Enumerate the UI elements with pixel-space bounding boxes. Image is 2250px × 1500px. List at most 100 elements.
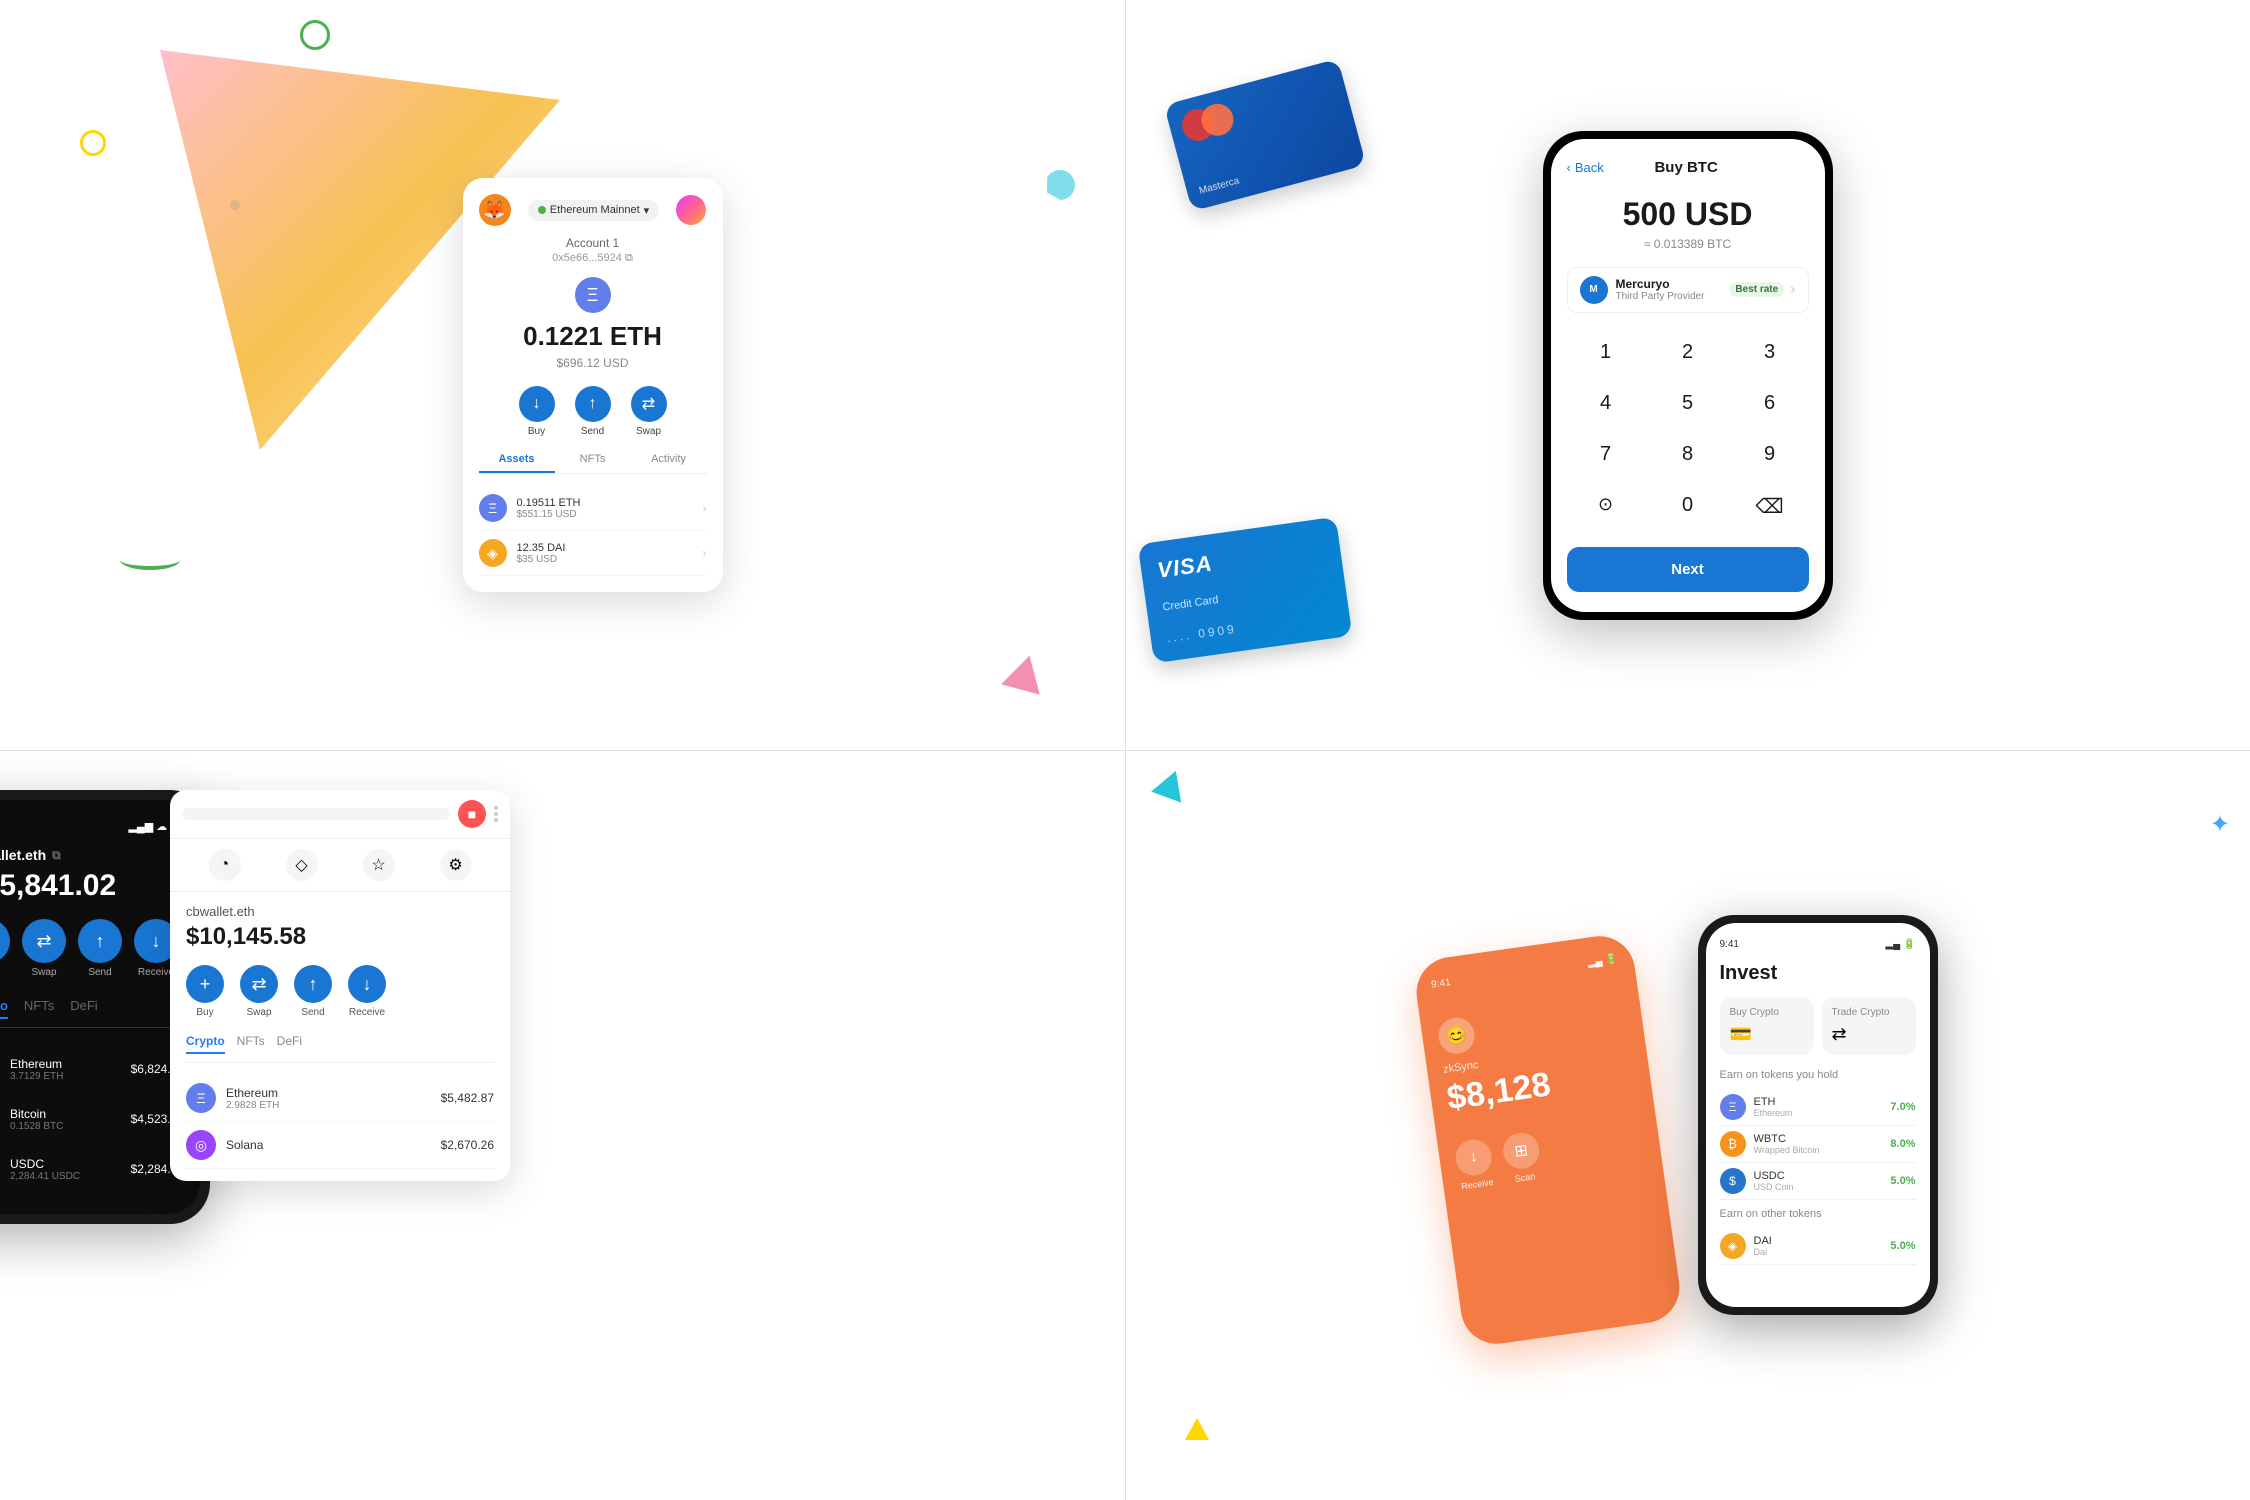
token-row-dai[interactable]: ◈ DAI Dai 5.0% <box>1720 1228 1916 1265</box>
token-dai-info: DAI Dai <box>1754 1235 1891 1257</box>
browser-send-button[interactable]: ↑ Send <box>294 965 332 1018</box>
send-button[interactable]: ↑ Send <box>575 386 611 437</box>
key-6[interactable]: 6 <box>1731 380 1809 427</box>
token-eth-name: ETH <box>1754 1096 1891 1108</box>
key-scan[interactable]: ⊙ <box>1567 482 1645 531</box>
quadrant-coinbase: 3:57 ▂▄▆ ☁ 🔋 cbwallet.eth ⧉ $15,841.02 +… <box>0 750 1125 1500</box>
cb-tab-crypto[interactable]: Crypto <box>0 998 8 1019</box>
b-sol-name: Solana <box>226 1138 441 1152</box>
invest-receive-icon: ↓ <box>1453 1137 1494 1178</box>
browser-nfts-tab[interactable]: NFTs <box>237 1034 265 1054</box>
eth-asset-name: 0.19511 ETH <box>517 497 703 509</box>
token-wbtc-info: WBTC Wrapped Bitcoin <box>1754 1133 1891 1155</box>
browser-actions: + Buy ⇄ Swap ↑ Send ↓ Re <box>186 965 494 1018</box>
chevron-right-icon2: › <box>703 546 707 560</box>
invest-receive-button[interactable]: ↓ Receive <box>1453 1137 1496 1192</box>
visa-card-number: .... 0909 <box>1166 608 1334 645</box>
browser-defi-tab[interactable]: DeFi <box>277 1034 302 1054</box>
browser-buy-button[interactable]: + Buy <box>186 965 224 1018</box>
numpad: 1 2 3 4 5 6 7 8 9 ⊙ 0 ⌫ <box>1567 329 1809 531</box>
invest-back-logo: 😊 <box>1436 1015 1477 1056</box>
invest-back-signal: ▂▄ 🔋 <box>1587 954 1618 969</box>
token-wbtc-icon: ₿ <box>1720 1131 1746 1157</box>
token-row-wbtc[interactable]: ₿ WBTC Wrapped Bitcoin 8.0% <box>1720 1126 1916 1163</box>
chevron-left-icon: ‹ <box>1567 160 1571 175</box>
earn-other-title: Earn on other tokens <box>1720 1208 1916 1220</box>
tab-assets[interactable]: Assets <box>479 453 555 473</box>
key-5[interactable]: 5 <box>1649 380 1727 427</box>
b-sol-usd: $2,670.26 <box>441 1138 494 1152</box>
cb-wallet-name: cbwallet.eth ⧉ <box>0 847 184 863</box>
token-row-eth[interactable]: Ξ ETH Ethereum 7.0% <box>1720 1089 1916 1126</box>
next-button[interactable]: Next <box>1567 547 1809 592</box>
browser-tab-pie[interactable]: ◔ <box>209 849 241 881</box>
swap-button[interactable]: ⇄ Swap <box>631 386 667 437</box>
invest-scan-button[interactable]: ⊞ Scan <box>1500 1130 1543 1185</box>
back-button[interactable]: ‹ Back <box>1567 160 1604 175</box>
copy-icon[interactable]: ⧉ <box>625 252 633 264</box>
browser-url-bar[interactable] <box>182 808 450 820</box>
chevron-right-icon: › <box>703 501 707 515</box>
cb-swap-button[interactable]: ⇄ Swap <box>22 919 66 978</box>
browser-swap-button[interactable]: ⇄ Swap <box>240 965 278 1018</box>
key-3[interactable]: 3 <box>1731 329 1809 376</box>
browser-crypto-tab[interactable]: Crypto <box>186 1034 225 1054</box>
eth-balance: 0.1221 ETH <box>479 321 707 352</box>
browser-bar: ■ <box>170 790 510 839</box>
key-7[interactable]: 7 <box>1567 431 1645 478</box>
cb-btc-amount: 0.1528 BTC <box>10 1121 131 1132</box>
token-wbtc-full: Wrapped Bitcoin <box>1754 1145 1891 1155</box>
btc-amount: 500 USD <box>1567 196 1809 233</box>
browser-tab-star[interactable]: ☆ <box>363 849 395 881</box>
cb-buy-button[interactable]: + Buy <box>0 919 10 978</box>
browser-tab-icons: ◔ ◇ ☆ ⚙ <box>170 839 510 892</box>
buy-crypto-icon: 💳 <box>1730 1024 1804 1045</box>
provider-logo: M <box>1580 276 1608 304</box>
eth-icon: Ξ <box>575 277 611 313</box>
invest-page-title: Invest <box>1720 962 1916 985</box>
browser-tab-nft[interactable]: ◇ <box>286 849 318 881</box>
b-sol-info: Solana <box>226 1138 441 1152</box>
mastercard-card: Masterca <box>1164 59 1366 212</box>
deco-teal-arrow <box>1151 765 1191 802</box>
cb-tab-defi[interactable]: DeFi <box>70 998 97 1019</box>
key-9[interactable]: 9 <box>1731 431 1809 478</box>
buy-icon: ↓ <box>519 386 555 422</box>
buy-crypto-card[interactable]: Buy Crypto 💳 <box>1720 997 1814 1055</box>
trade-crypto-card[interactable]: Trade Crypto ⇄ <box>1822 997 1916 1055</box>
key-4[interactable]: 4 <box>1567 380 1645 427</box>
browser-sol-row: ◎ Solana $2,670.26 <box>186 1122 494 1169</box>
invest-back-phone: 9:41 ▂▄ 🔋 😊 zkSync $8,128 ↓ Receive ⊞ <box>1411 932 1683 1349</box>
tab-activity[interactable]: Activity <box>631 453 707 473</box>
best-rate-badge: Best rate <box>1729 282 1784 297</box>
browser-send-label: Send <box>301 1007 324 1018</box>
key-0[interactable]: 0 <box>1649 482 1727 531</box>
deco-green-wave <box>120 550 180 570</box>
eth-asset-usd: $551.15 USD <box>517 509 703 520</box>
token-row-usdc[interactable]: $ USDC USD Coin 5.0% <box>1720 1163 1916 1200</box>
invest-front-status-bar: 9:41 ▂▄ 🔋 <box>1720 939 1916 950</box>
btc-equiv: ≈ 0.013389 BTC <box>1567 237 1809 251</box>
browser-more-icon[interactable] <box>494 806 498 822</box>
buy-crypto-label: Buy Crypto <box>1730 1007 1804 1018</box>
cb-copy-icon[interactable]: ⧉ <box>52 848 61 863</box>
browser-stop-button[interactable]: ■ <box>458 800 486 828</box>
browser-receive-button[interactable]: ↓ Receive <box>348 965 386 1018</box>
mm-network-selector[interactable]: Ethereum Mainnet ▾ <box>528 200 659 221</box>
key-8[interactable]: 8 <box>1649 431 1727 478</box>
key-backspace[interactable]: ⌫ <box>1731 482 1809 531</box>
key-1[interactable]: 1 <box>1567 329 1645 376</box>
key-2[interactable]: 2 <box>1649 329 1727 376</box>
eth-asset-info: 0.19511 ETH $551.15 USD <box>517 497 703 520</box>
invest-scan-icon: ⊞ <box>1500 1130 1541 1171</box>
cb-layout: 3:57 ▂▄▆ ☁ 🔋 cbwallet.eth ⧉ $15,841.02 +… <box>20 790 510 1224</box>
buy-label: Buy <box>528 426 545 437</box>
browser-tab-settings[interactable]: ⚙ <box>440 849 472 881</box>
buy-button[interactable]: ↓ Buy <box>519 386 555 437</box>
btc-provider-row[interactable]: M Mercuryo Third Party Provider Best rat… <box>1567 267 1809 313</box>
tab-nfts[interactable]: NFTs <box>555 453 631 473</box>
cb-send-button[interactable]: ↑ Send <box>78 919 122 978</box>
invest-back-actions: ↓ Receive ⊞ Scan <box>1453 1116 1646 1192</box>
cb-tab-nfts[interactable]: NFTs <box>24 998 54 1019</box>
dai-asset-info: 12.35 DAI $35 USD <box>517 542 703 565</box>
